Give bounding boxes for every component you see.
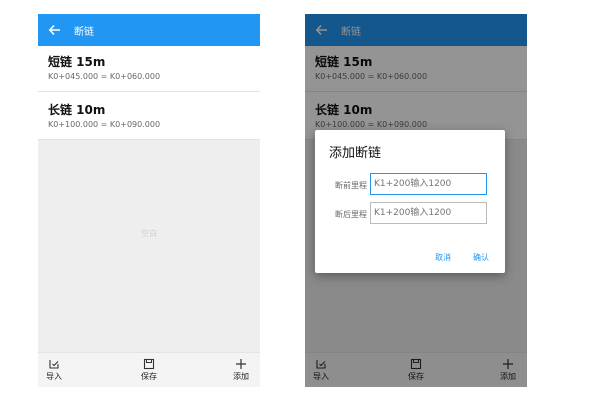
- app-bar: 断链: [38, 14, 260, 46]
- save-icon: [143, 358, 155, 370]
- dialog-title: 添加断链: [329, 146, 382, 161]
- confirm-button[interactable]: 确认: [473, 252, 489, 263]
- import-label: 导入: [46, 372, 62, 381]
- cancel-button[interactable]: 取消: [435, 252, 451, 263]
- item-subtitle: K0+045.000 = K0+060.000: [48, 72, 161, 81]
- empty-area: 空白: [38, 140, 260, 353]
- page-title: 断链: [74, 26, 94, 38]
- bottom-toolbar: 导入 保存 添加: [38, 352, 260, 387]
- import-button[interactable]: 导入: [38, 358, 74, 381]
- list-item[interactable]: 长链 10m K0+100.000 = K0+090.000: [38, 94, 260, 140]
- item-title: 短链 15m: [48, 55, 106, 69]
- empty-text: 空白: [141, 229, 157, 238]
- before-chainage-input[interactable]: [370, 173, 487, 195]
- add-break-dialog: 添加断链 断前里程 断后里程 取消 确认: [315, 130, 505, 273]
- save-label: 保存: [141, 372, 157, 381]
- save-button[interactable]: 保存: [129, 358, 169, 381]
- add-label: 添加: [233, 372, 249, 381]
- after-chainage-input[interactable]: [370, 202, 487, 224]
- before-chainage-label: 断前里程: [335, 181, 367, 190]
- screen-add-dialog: 断链 短链 15m K0+045.000 = K0+060.000 长链 10m…: [305, 14, 527, 387]
- add-button[interactable]: 添加: [221, 358, 260, 381]
- item-subtitle: K0+100.000 = K0+090.000: [48, 120, 161, 129]
- import-icon: [49, 360, 59, 369]
- after-chainage-label: 断后里程: [335, 210, 367, 219]
- item-title: 长链 10m: [48, 103, 106, 117]
- list-item[interactable]: 短链 15m K0+045.000 = K0+060.000: [38, 46, 260, 92]
- screen-list: 断链 短链 15m K0+045.000 = K0+060.000 长链 10m…: [38, 14, 260, 387]
- back-arrow-icon[interactable]: [48, 23, 62, 37]
- plus-icon: [236, 359, 246, 369]
